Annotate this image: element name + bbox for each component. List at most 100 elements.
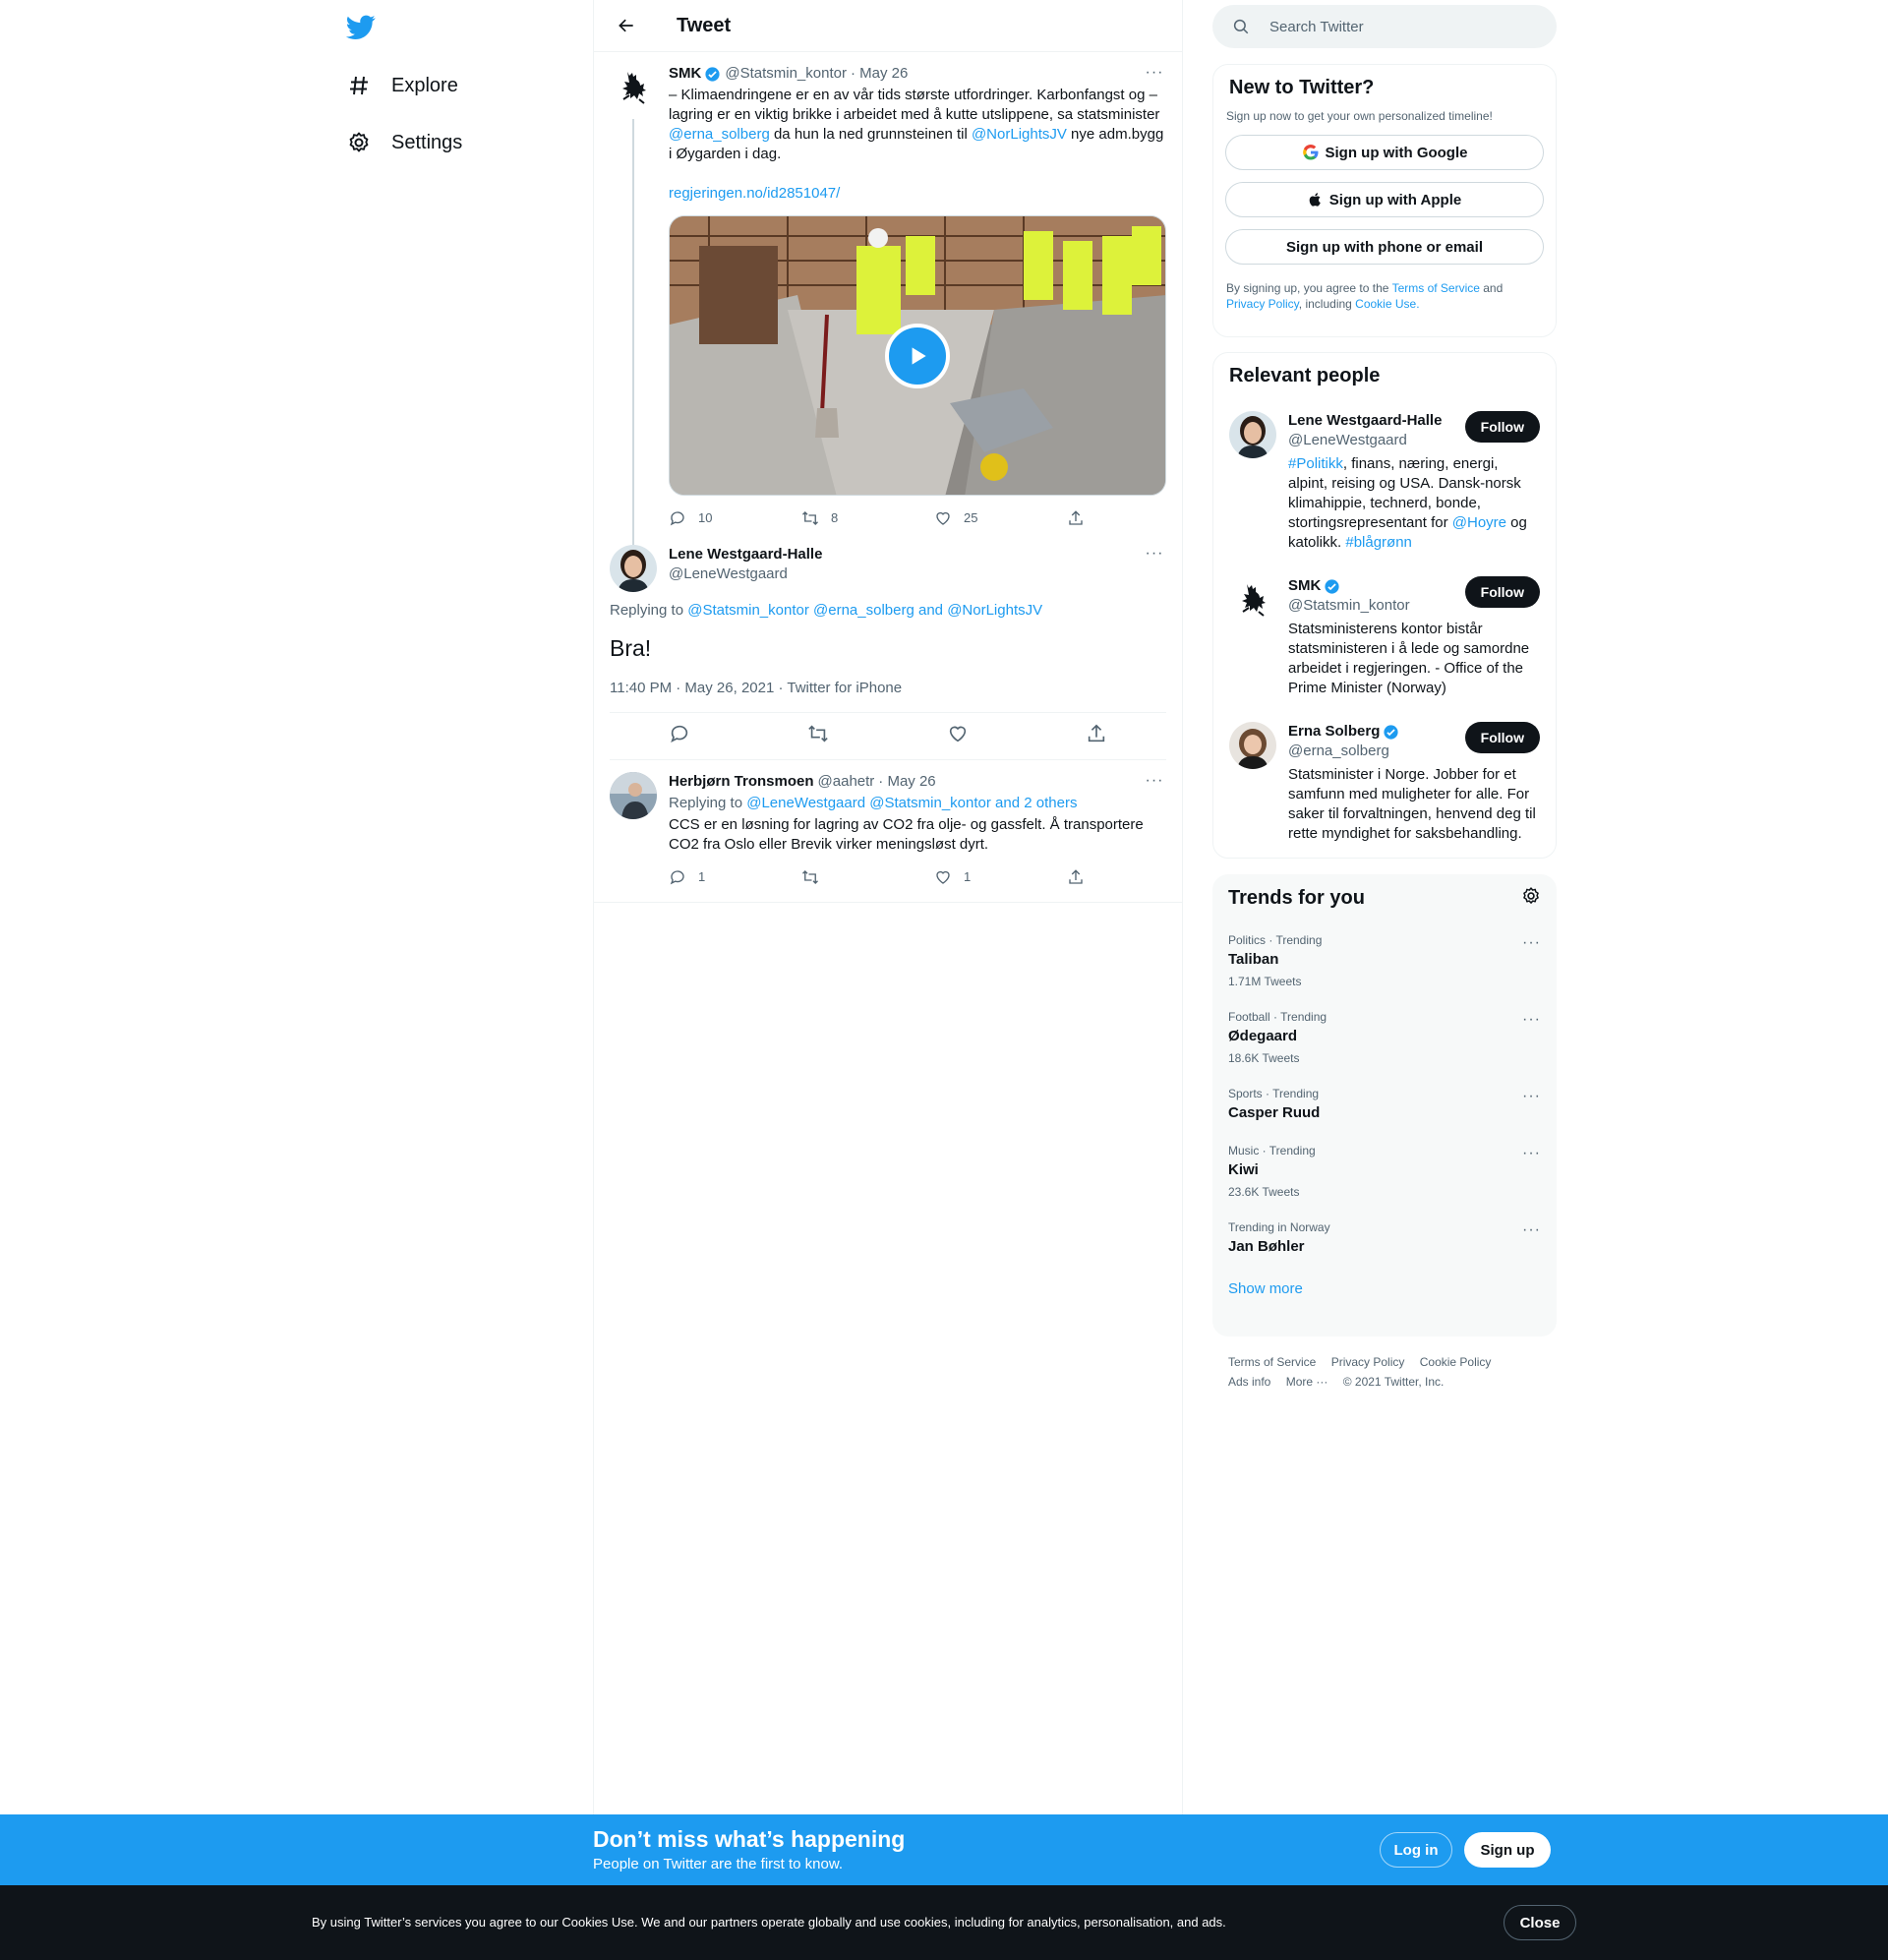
avatar[interactable] — [1229, 722, 1276, 769]
card-title: New to Twitter? — [1229, 77, 1375, 98]
avatar[interactable] — [1229, 411, 1276, 458]
person-item[interactable]: Follow Erna Solberg @erna_solberg Statsm… — [1213, 710, 1556, 856]
retweet-button[interactable] — [807, 723, 829, 749]
retweet-count: 8 — [831, 510, 839, 525]
author-handle[interactable]: @Statsmin_kontor — [725, 64, 847, 84]
nav-explore[interactable]: Explore — [346, 61, 458, 110]
share-icon — [1089, 724, 1105, 742]
terms-link[interactable]: Terms of Service — [1392, 281, 1480, 295]
mention-link[interactable]: @LeneWestgaard — [746, 795, 865, 811]
privacy-link[interactable]: Privacy Policy — [1226, 297, 1299, 311]
login-button[interactable]: Log in — [1380, 1832, 1452, 1868]
share-button[interactable] — [1067, 868, 1087, 886]
person-bio: Statsministerens kontor bistår statsmini… — [1288, 621, 1530, 696]
mention-link[interactable]: @Hoyre — [1452, 514, 1506, 531]
retweet-button[interactable]: 8 — [801, 508, 860, 528]
reply-button[interactable]: 10 — [669, 508, 728, 528]
trend-item[interactable]: Politics · Trending Taliban 1.71M Tweets… — [1212, 922, 1557, 999]
author-name[interactable]: Lene Westgaard-Halle — [669, 545, 822, 564]
play-button[interactable] — [885, 323, 950, 388]
hashtag-link[interactable]: #Politikk — [1288, 455, 1343, 472]
trend-item[interactable]: Football · Trending Ødegaard 18.6K Tweet… — [1212, 999, 1557, 1076]
retweet-button[interactable] — [801, 868, 860, 886]
parent-tweet[interactable]: ··· SMK @Statsmin_kontor · May 26 – Klim… — [594, 52, 1182, 552]
avatar[interactable] — [610, 64, 657, 111]
trend-category: Sports · Trending — [1228, 1087, 1320, 1100]
author-handle[interactable]: @LeneWestgaard — [669, 564, 1166, 584]
trend-item[interactable]: Sports · Trending Casper Ruud ··· — [1212, 1076, 1557, 1133]
footer-more-button[interactable]: More ··· — [1286, 1375, 1328, 1389]
more-options-button[interactable]: ··· — [1143, 545, 1166, 564]
signup-button[interactable]: Sign up — [1464, 1832, 1551, 1868]
nav-settings[interactable]: Settings — [346, 118, 462, 167]
footer-terms-link[interactable]: Terms of Service — [1228, 1355, 1316, 1369]
mention-link[interactable]: @NorLightsJV — [947, 602, 1042, 619]
video-player[interactable] — [669, 215, 1166, 496]
trend-more-button[interactable]: ··· — [1522, 1221, 1541, 1239]
trend-item[interactable]: Trending in Norway Jan Bøhler ··· — [1212, 1210, 1557, 1267]
person-item[interactable]: Follow SMK @Statsmin_kontor Statsministe… — [1213, 564, 1556, 710]
mention-link[interactable]: @erna_solberg — [813, 602, 914, 619]
reply-button[interactable] — [669, 723, 690, 749]
avatar[interactable] — [1229, 576, 1276, 624]
author-name[interactable]: Herbjørn Tronsmoen — [669, 772, 814, 792]
coat-of-arms-lion-icon — [610, 64, 657, 111]
mention-link[interactable]: @Statsmin_kontor — [687, 602, 809, 619]
person-name[interactable]: Erna Solberg — [1288, 722, 1380, 742]
cookie-text: By using Twitter’s services you agree to… — [312, 1915, 1226, 1930]
trend-count: 1.71M Tweets — [1228, 975, 1302, 988]
share-button[interactable] — [1086, 723, 1107, 749]
tweet-timestamp[interactable]: 11:40 PM · May 26, 2021 · Twitter for iP… — [610, 680, 1166, 713]
trend-more-button[interactable]: ··· — [1522, 1145, 1541, 1162]
author-name[interactable]: SMK — [669, 64, 701, 84]
signup-google-button[interactable]: Sign up with Google — [1225, 135, 1544, 170]
trend-more-button[interactable]: ··· — [1522, 1011, 1541, 1029]
url-link[interactable]: regjeringen.no/id2851047/ — [669, 185, 840, 202]
follow-button[interactable]: Follow — [1464, 576, 1540, 608]
others-link[interactable]: and 2 others — [995, 795, 1077, 811]
more-options-button[interactable]: ··· — [1143, 772, 1166, 792]
twitter-bird-icon[interactable] — [345, 12, 376, 41]
tweet-actions: 10 8 25 — [669, 504, 1087, 533]
trend-category: Music · Trending — [1228, 1144, 1316, 1158]
reply-button[interactable]: 1 — [669, 867, 728, 887]
person-name[interactable]: SMK — [1288, 576, 1321, 596]
footer-ads-link[interactable]: Ads info — [1228, 1375, 1270, 1389]
tweet-date[interactable]: · May 26 — [851, 64, 908, 84]
close-button[interactable]: Close — [1504, 1905, 1576, 1940]
google-logo-icon — [1302, 144, 1318, 160]
footer-privacy-link[interactable]: Privacy Policy — [1331, 1355, 1405, 1369]
like-button[interactable]: 1 — [934, 867, 993, 887]
trend-more-button[interactable]: ··· — [1522, 1088, 1541, 1105]
retweet-icon — [808, 725, 829, 742]
trend-item[interactable]: Music · Trending Kiwi 23.6K Tweets ··· — [1212, 1133, 1557, 1210]
tweet-date[interactable]: · May 26 — [878, 772, 935, 792]
like-button[interactable]: 25 — [934, 508, 993, 528]
follow-button[interactable]: Follow — [1464, 722, 1540, 753]
person-item[interactable]: Follow Lene Westgaard-Halle @LeneWestgaa… — [1213, 399, 1556, 564]
cookie-use-link[interactable]: Cookie Use. — [1355, 297, 1419, 311]
more-options-button[interactable]: ··· — [1143, 64, 1166, 84]
mention-link[interactable]: @NorLightsJV — [972, 126, 1067, 143]
share-button[interactable] — [1067, 509, 1087, 527]
signup-apple-button[interactable]: Sign up with Apple — [1225, 182, 1544, 217]
signup-google-label: Sign up with Google — [1325, 144, 1468, 161]
back-button[interactable] — [610, 9, 643, 42]
mention-link[interactable]: @Statsmin_kontor — [869, 795, 991, 811]
show-more-link[interactable]: Show more — [1212, 1267, 1557, 1311]
trend-more-button[interactable]: ··· — [1522, 934, 1541, 952]
mention-link[interactable]: @erna_solberg — [669, 126, 770, 143]
signup-phone-button[interactable]: Sign up with phone or email — [1225, 229, 1544, 265]
avatar[interactable] — [610, 772, 657, 819]
replying-to: Replying to @LeneWestgaard @Statsmin_kon… — [669, 794, 1166, 813]
hashtag-link[interactable]: #blågrønn — [1345, 534, 1412, 551]
avatar[interactable] — [610, 545, 657, 592]
footer-cookie-link[interactable]: Cookie Policy — [1420, 1355, 1492, 1369]
trends-settings-button[interactable] — [1521, 886, 1541, 911]
reply-tweet[interactable]: ··· Herbjørn Tronsmoen @aahetr · May 26 … — [594, 760, 1182, 903]
follow-button[interactable]: Follow — [1464, 411, 1540, 443]
like-button[interactable] — [947, 723, 969, 749]
author-handle[interactable]: @aahetr — [818, 772, 875, 792]
trend-category: Politics · Trending — [1228, 933, 1323, 947]
search-input[interactable]: Search Twitter — [1212, 5, 1557, 48]
